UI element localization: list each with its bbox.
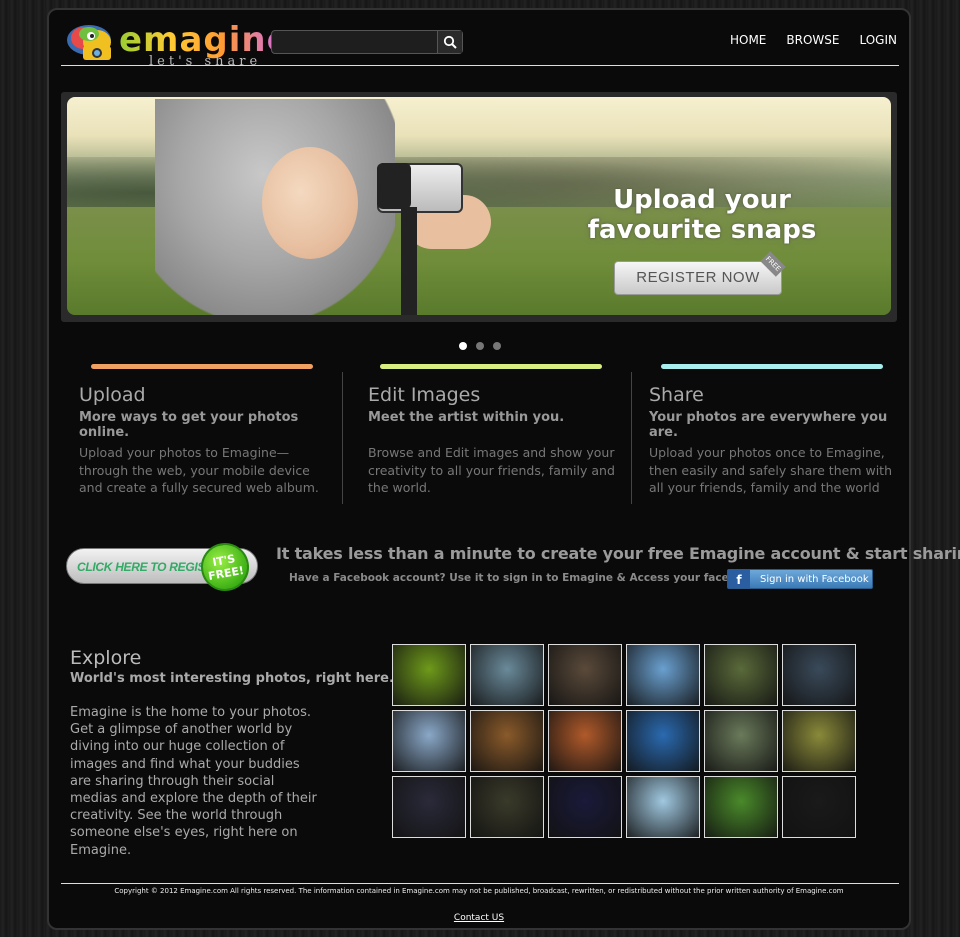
search-icon (443, 35, 457, 49)
slider-dot-1[interactable] (459, 342, 467, 350)
nav-browse[interactable]: BROWSE (786, 33, 839, 47)
logo-tagline: let's share (149, 54, 262, 69)
photo-thumbnail[interactable] (470, 710, 544, 772)
photo-thumbnail[interactable] (626, 710, 700, 772)
search-button[interactable] (437, 31, 462, 53)
photo-thumbnail[interactable] (548, 776, 622, 838)
nav-login[interactable]: LOGIN (859, 33, 897, 47)
photo-thumbnail[interactable] (782, 644, 856, 706)
facebook-icon: f (728, 570, 750, 588)
register-now-button[interactable]: REGISTER NOW (614, 261, 782, 295)
banner-headline-line1: Upload your (613, 185, 791, 215)
photo-thumbnail[interactable] (704, 776, 778, 838)
photo-thumbnail[interactable] (392, 776, 466, 838)
camera-strap (401, 207, 417, 315)
photo-thumbnail[interactable] (392, 644, 466, 706)
photo-thumbnail[interactable] (626, 776, 700, 838)
banner-headline: Upload your favourite snaps (577, 185, 827, 245)
slider-dot-2[interactable] (476, 342, 484, 350)
main-nav: HOME BROWSE LOGIN (730, 33, 897, 47)
explore-body: Emagine is the home to your photos. Get … (70, 705, 317, 858)
photo-thumbnail[interactable] (548, 644, 622, 706)
photo-thumbnail[interactable] (704, 710, 778, 772)
photo-thumbnail[interactable] (392, 710, 466, 772)
search-box (271, 30, 463, 54)
feature-upload-body: Upload your photos to Emagine—through th… (79, 445, 319, 495)
copyright-text: Copyright © 2012 Emagine.com All rights … (114, 887, 844, 895)
feature-upload-bar (91, 364, 313, 369)
feature-upload-title: Upload (79, 384, 146, 406)
photo-thumbnail[interactable] (704, 644, 778, 706)
camera-lens (377, 163, 411, 209)
facebook-signin-button[interactable]: f Sign in with Facebook (727, 569, 873, 589)
facebook-signin-label: Sign in with Facebook (760, 574, 869, 585)
cta-headline: It takes less than a minute to create yo… (276, 544, 960, 563)
feature-upload-subtitle: More ways to get your photos online. (79, 410, 299, 440)
explore-title: Explore (70, 647, 142, 669)
search-input[interactable] (276, 33, 440, 53)
contact-us-link[interactable]: Contact US (454, 913, 504, 923)
photo-thumbnail[interactable] (470, 776, 544, 838)
contact-wrap: Contact US (49, 905, 909, 924)
feature-share-bar (661, 364, 883, 369)
slider-dot-3[interactable] (493, 342, 501, 350)
photo-thumbnail[interactable] (782, 776, 856, 838)
photo-thumbnail[interactable] (470, 644, 544, 706)
camera-logo-icon (67, 25, 111, 60)
logo[interactable]: emagine let's share (63, 20, 290, 69)
hero-banner: Upload your favourite snaps REGISTER NOW… (61, 92, 897, 322)
hero-image: Upload your favourite snaps REGISTER NOW… (67, 97, 891, 315)
feature-edit-title: Edit Images (368, 384, 481, 406)
feature-divider-2 (631, 372, 632, 504)
photo-thumbnail[interactable] (548, 710, 622, 772)
child-face (262, 147, 358, 259)
banner-headline-line2: favourite snaps (587, 215, 817, 245)
header-divider (61, 65, 899, 66)
feature-edit-subtitle: Meet the artist within you. (368, 410, 565, 425)
feature-share-body: Upload your photos once to Emagine, then… (649, 445, 892, 495)
nav-home[interactable]: HOME (730, 33, 766, 47)
feature-edit-bar (380, 364, 602, 369)
feature-edit-body: Browse and Edit images and show your cre… (368, 445, 615, 495)
feature-share-subtitle: Your photos are everywhere you are. (649, 410, 888, 440)
feature-divider-1 (342, 372, 343, 504)
photo-thumbnail[interactable] (626, 644, 700, 706)
feature-share-title: Share (649, 384, 704, 406)
photo-grid (392, 644, 860, 842)
page-frame: emagine let's share HOME BROWSE LOGIN Up… (47, 8, 960, 930)
footer-divider (61, 883, 899, 884)
explore-subtitle: World's most interesting photos, right h… (70, 671, 394, 686)
photo-thumbnail[interactable] (782, 710, 856, 772)
slider-dots (459, 342, 501, 350)
